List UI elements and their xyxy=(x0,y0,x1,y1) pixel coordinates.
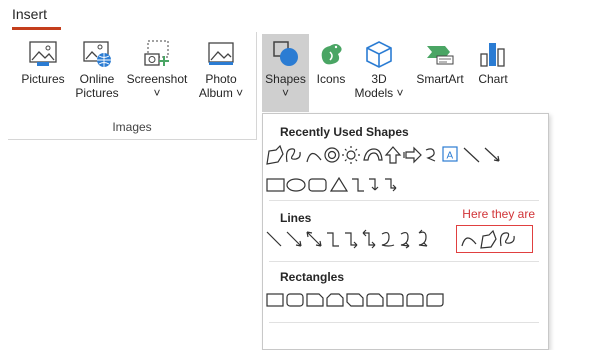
rectangles-shapes-row xyxy=(266,293,444,307)
curved-connector-icon xyxy=(381,231,395,247)
elbow-connector-icon xyxy=(425,148,436,162)
rounded-rectangle-icon xyxy=(286,293,304,307)
pictures-icon xyxy=(29,41,57,66)
elbow-double-arrow-icon xyxy=(385,178,397,192)
line-shape-icon xyxy=(463,147,480,163)
snip-same-side-rectangle-icon xyxy=(326,293,344,307)
photo-album-button[interactable]: Photo Album ˅ xyxy=(194,40,248,100)
curved-double-arrow-connector-icon xyxy=(418,229,428,247)
photo-album-icon xyxy=(208,42,234,65)
rectangle-icon xyxy=(266,293,284,307)
tab-insert[interactable]: Insert xyxy=(12,6,47,22)
pictures-label: Pictures xyxy=(21,72,65,86)
separator xyxy=(269,322,539,323)
3d-models-label: 3D Models ˅ xyxy=(354,72,404,100)
separator xyxy=(269,200,539,201)
svg-text:A: A xyxy=(447,151,454,162)
curved-arrow-connector-icon xyxy=(400,231,410,249)
shapes-button[interactable]: Shapes ˅ xyxy=(262,40,309,100)
icons-icon xyxy=(321,44,342,65)
snip-corner-rectangle-icon xyxy=(306,293,324,307)
chart-button[interactable]: Chart xyxy=(473,40,513,86)
screenshot-label: Screenshot ˅ xyxy=(126,72,188,100)
screenshot-button[interactable]: Screenshot ˅ xyxy=(124,40,190,100)
arc-shape-icon xyxy=(363,148,383,161)
screenshot-icon xyxy=(144,40,169,66)
line-double-arrow-icon xyxy=(306,231,322,247)
online-pictures-icon xyxy=(83,41,111,67)
rounded-rect-shape-icon xyxy=(308,178,327,192)
striped-arrow-shape-icon xyxy=(403,146,422,164)
photo-album-label: Photo Album ˅ xyxy=(198,72,244,100)
smartart-icon xyxy=(427,46,454,65)
callout-highlight-box xyxy=(456,225,533,253)
3d-models-icon xyxy=(366,41,392,68)
online-pictures-label: Online Pictures xyxy=(75,72,119,100)
section-title-rectangles: Rectangles xyxy=(280,270,345,284)
elbow-double-arrow-connector-icon xyxy=(362,229,376,249)
snip-diagonal-rectangle-icon xyxy=(346,293,364,307)
sun-shape-icon xyxy=(346,150,356,160)
up-arrow-shape-icon xyxy=(384,146,402,164)
chart-label: Chart xyxy=(478,72,508,86)
tab-underline xyxy=(12,27,61,30)
rectangle-shape-icon xyxy=(266,178,285,192)
separator xyxy=(269,261,539,262)
snip-round-rectangle-icon xyxy=(366,293,384,307)
line-icon xyxy=(266,231,282,247)
smartart-button[interactable]: SmartArt xyxy=(409,40,471,86)
elbow-arrow-icon xyxy=(369,178,379,191)
elbow-arrow-connector-icon xyxy=(345,232,358,249)
shapes-label: Shapes ˅ xyxy=(265,72,306,100)
round-diagonal-rectangle-icon xyxy=(426,293,444,307)
icons-label: Icons xyxy=(316,72,346,86)
section-title-lines: Lines xyxy=(280,211,312,225)
oval-shape-icon xyxy=(286,178,306,192)
triangle-shape-icon xyxy=(329,176,349,192)
online-pictures-button[interactable]: Online Pictures xyxy=(72,40,122,100)
round-same-side-rectangle-icon xyxy=(406,293,424,307)
scribble-shape-icon xyxy=(285,148,301,163)
chart-icon xyxy=(480,43,505,67)
section-title-recently-used: Recently Used Shapes xyxy=(280,125,409,139)
3d-models-button[interactable]: 3D Models ˅ xyxy=(353,40,405,100)
icons-button[interactable]: Icons xyxy=(311,40,351,86)
line-arrow-shape-icon xyxy=(484,147,500,162)
elbow-connector-line-icon xyxy=(327,232,339,247)
shapes-icon xyxy=(272,41,298,66)
donut-shape-icon xyxy=(324,147,340,163)
line-arrow-icon xyxy=(286,231,302,247)
elbow-line-icon xyxy=(352,178,364,192)
recently-used-shapes-grid: A xyxy=(266,144,500,192)
callout-text: Here they are xyxy=(462,207,535,221)
shapes-gallery: Recently Used Shapes A Lines Here they a… xyxy=(262,113,549,350)
curve-shape-icon xyxy=(306,152,322,163)
pictures-button[interactable]: Pictures xyxy=(18,40,68,86)
round-corner-rectangle-icon xyxy=(386,293,404,307)
freeform-shape-icon xyxy=(266,144,284,165)
smartart-label: SmartArt xyxy=(416,72,464,86)
images-group-label: Images xyxy=(112,120,152,134)
